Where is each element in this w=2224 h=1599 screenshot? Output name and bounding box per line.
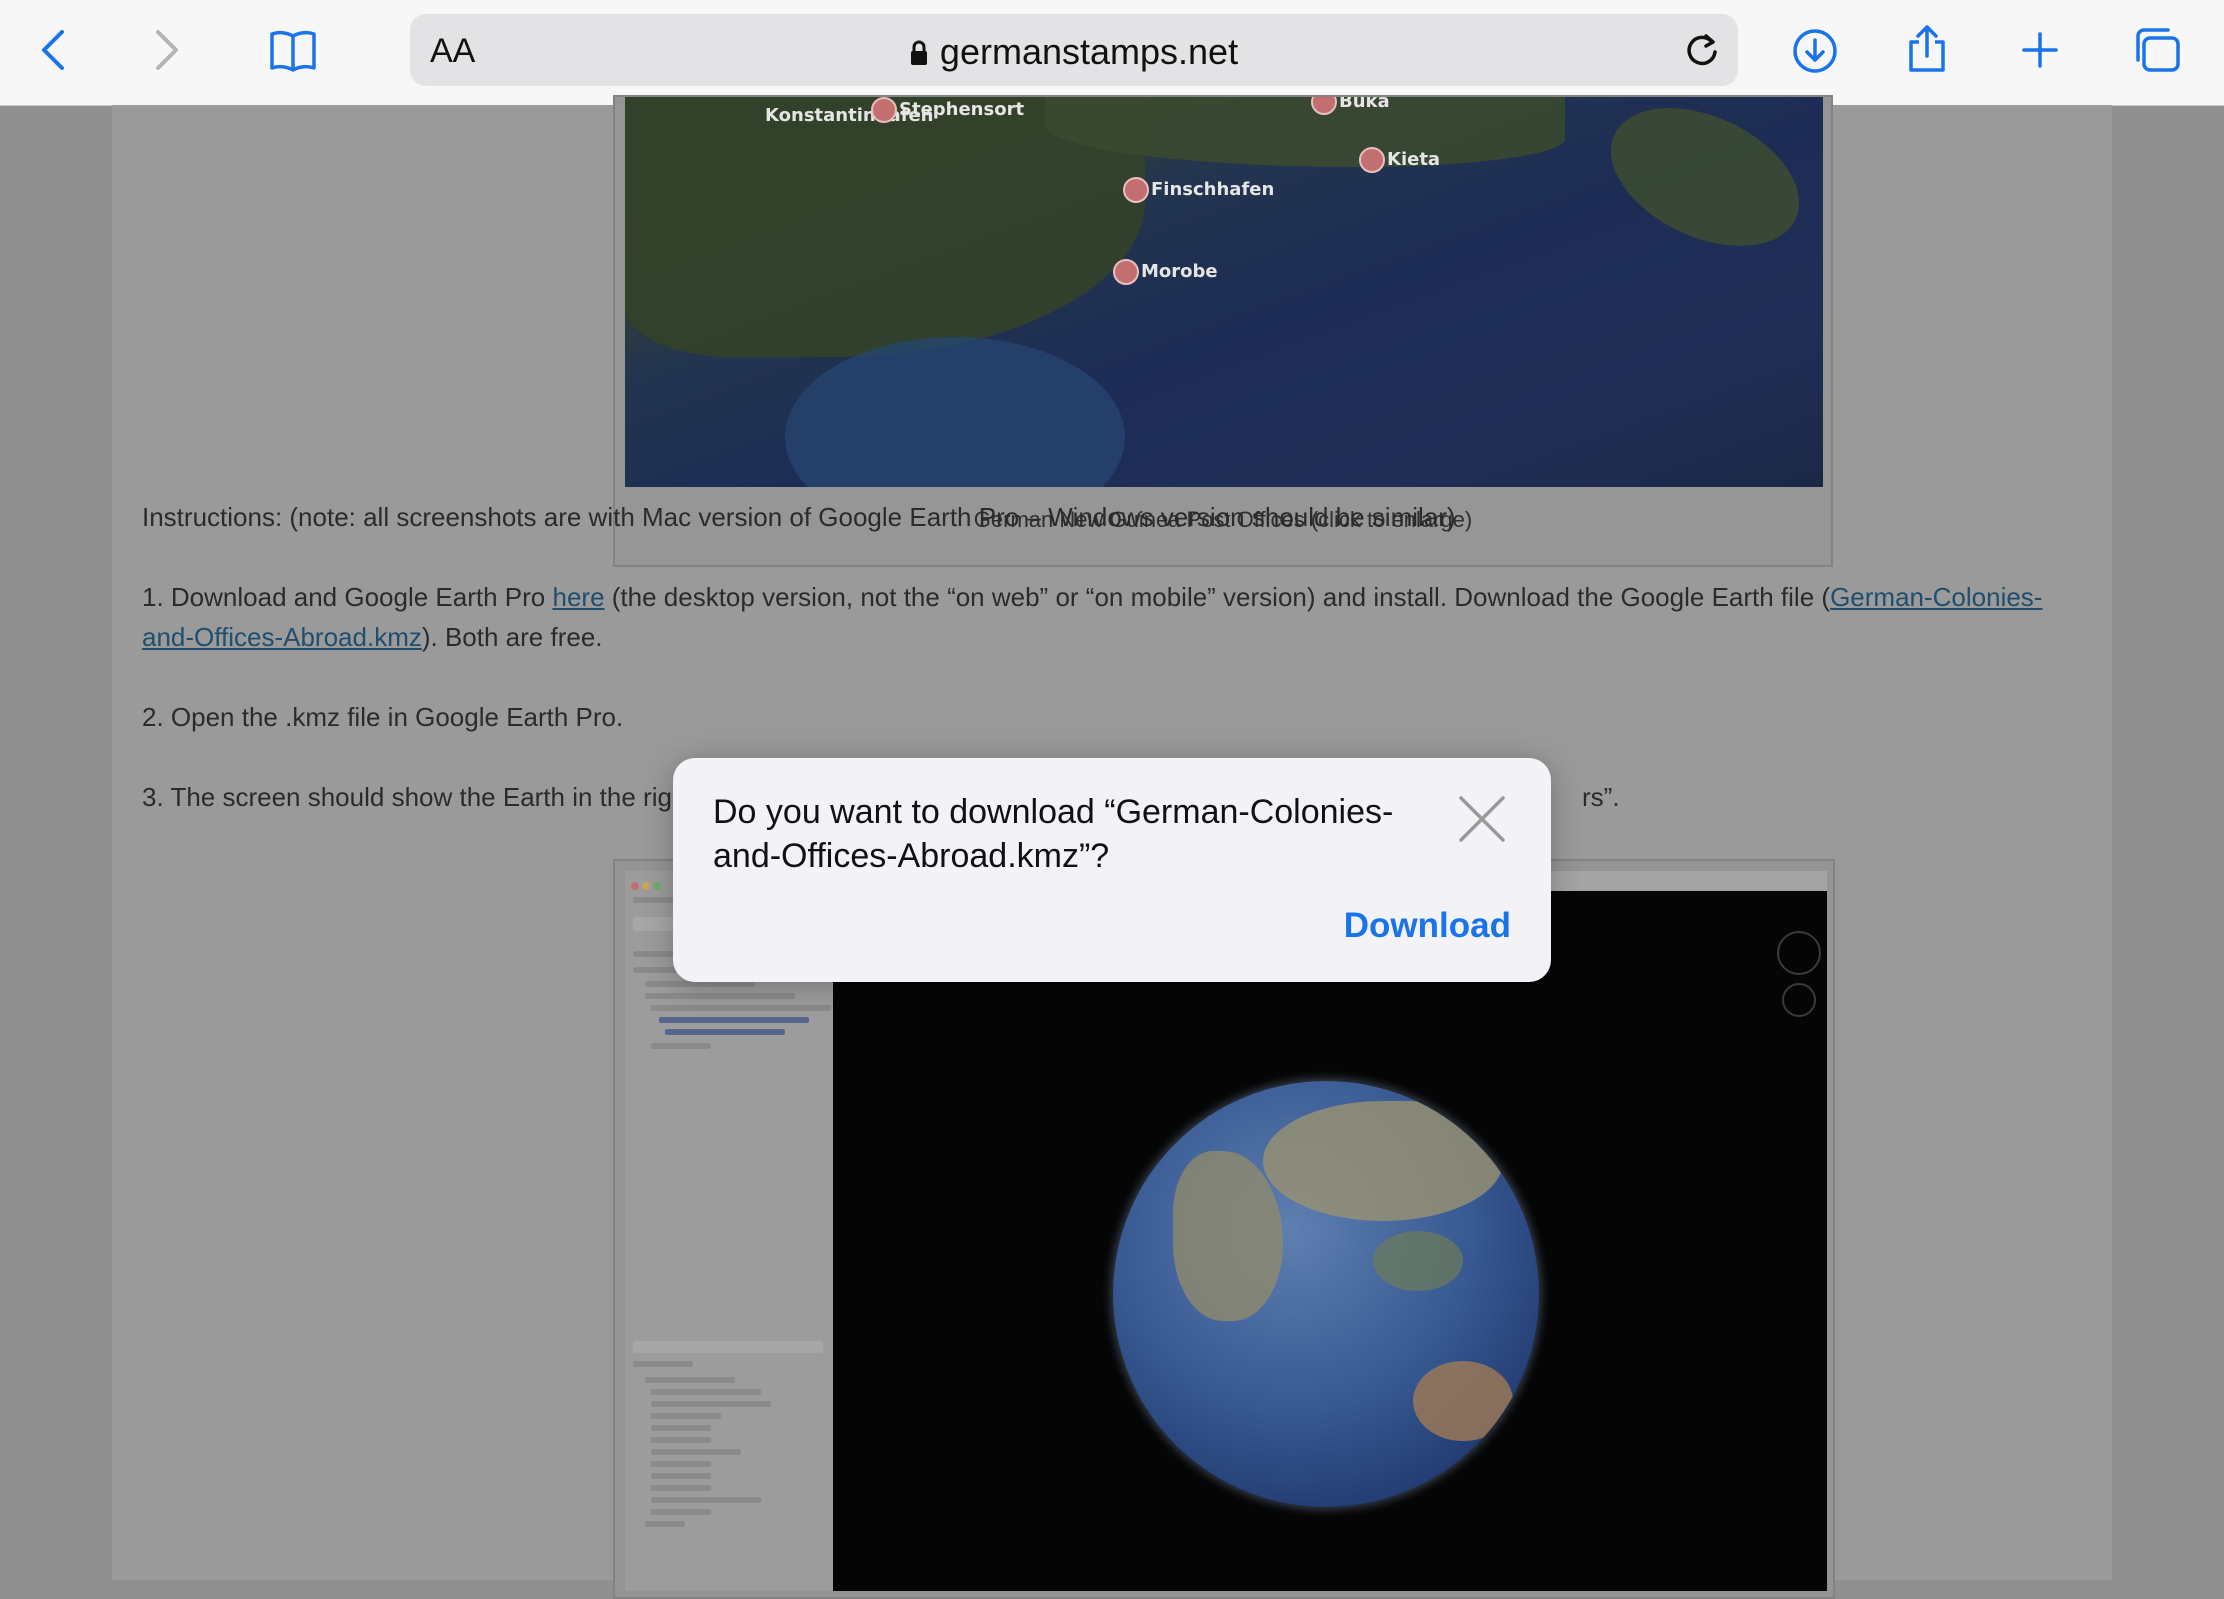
step-1: 1. Download and Google Earth Pro here (t… [142,582,2043,652]
map-marker[interactable]: Kieta [1359,147,1440,173]
ge-nav-controls [1777,931,1821,1025]
back-icon[interactable] [38,28,68,72]
instructions-intro: Instructions: (note: all screenshots are… [142,502,1456,532]
google-earth-link[interactable]: here [552,582,604,612]
new-tab-icon[interactable] [2020,30,2060,70]
download-dialog: Do you want to download “German-Colonies… [673,758,1551,982]
map-marker[interactable]: Morobe [1113,259,1218,285]
forward-icon[interactable] [152,28,182,72]
share-icon[interactable] [1906,24,1948,74]
ge-viewport [833,891,1827,1591]
download-button[interactable]: Download [1344,906,1511,946]
downloads-icon[interactable] [1792,28,1838,74]
map-image[interactable]: Konstantinhafen Stephensort Buka Kieta F… [625,97,1823,487]
map-marker[interactable]: Finschhafen [1123,177,1274,203]
map-marker[interactable]: Stephensort [871,97,1024,123]
dialog-message: Do you want to download “German-Colonies… [713,793,1394,875]
earth-globe [1113,1081,1539,1507]
reload-icon[interactable] [1682,30,1722,75]
lock-icon [910,33,928,75]
address-bar[interactable]: AA germanstamps.net [410,14,1738,86]
url-text: germanstamps.net [410,31,1738,75]
browser-toolbar: AA germanstamps.net [0,0,2224,106]
map-marker[interactable]: Buka [1311,97,1390,115]
step-2: 2. Open the .kmz file in Google Earth Pr… [142,702,624,732]
bookmarks-icon[interactable] [268,28,318,72]
close-icon[interactable] [1457,794,1507,849]
tabs-overview-icon[interactable] [2132,26,2182,74]
